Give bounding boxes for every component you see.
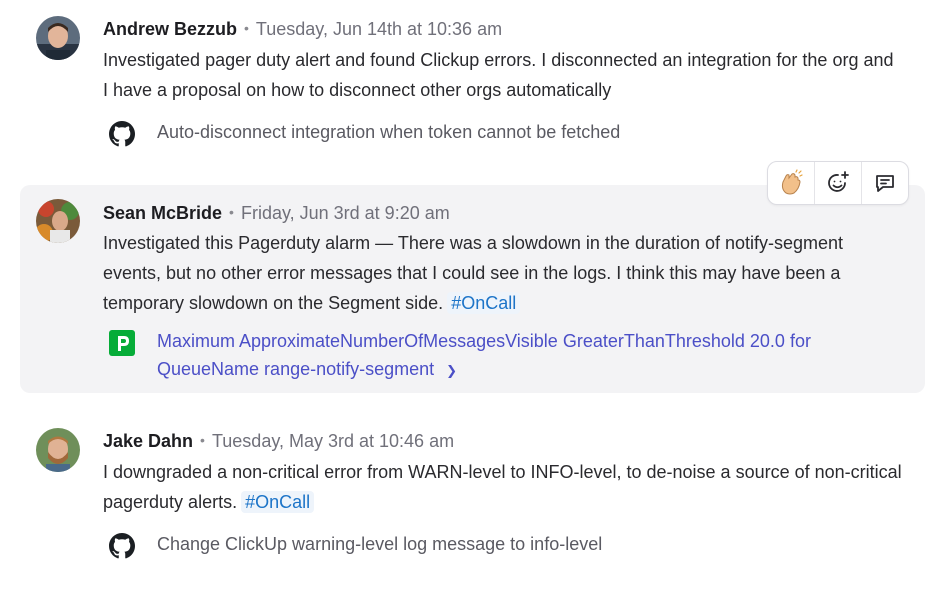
author-name[interactable]: Jake Dahn <box>103 431 193 451</box>
pagerduty-icon <box>109 330 135 356</box>
avatar[interactable] <box>36 428 80 472</box>
separator-dot: • <box>200 432 205 448</box>
hashtag[interactable]: #OnCall <box>241 491 315 513</box>
github-icon <box>109 121 135 147</box>
timestamp[interactable]: Friday, Jun 3rd at 9:20 am <box>241 203 450 223</box>
post-sean-mcbride: Sean McBride • Friday, Jun 3rd at 9:20 am … <box>20 185 925 393</box>
separator-dot: • <box>244 20 249 36</box>
post-andrew-bezzub: Andrew Bezzub • Tuesday, Jun 14th at 10:36… <box>20 0 925 170</box>
post-body: Investigated pager duty alert and found … <box>103 45 903 105</box>
post-header: Sean McBride • Friday, Jun 3rd at 9:20 am <box>103 201 450 226</box>
post-text: I downgraded a non-critical error from W… <box>103 462 902 512</box>
attachment-label[interactable]: Maximum ApproximateNumberOfMessagesVisib… <box>157 331 811 379</box>
reaction-toolbar <box>767 161 909 205</box>
post-text: Investigated pager duty alert and found … <box>103 50 894 100</box>
attachment-label: Auto-disconnect integration when token c… <box>157 122 621 142</box>
avatar[interactable] <box>36 199 80 243</box>
timestamp[interactable]: Tuesday, May 3rd at 10:46 am <box>212 431 454 451</box>
attachment-link[interactable]: Maximum ApproximateNumberOfMessagesVisib… <box>157 327 917 385</box>
chevron-down-icon[interactable]: ❯ <box>446 357 457 385</box>
post-header: Jake Dahn • Tuesday, May 3rd at 10:46 am <box>103 429 454 454</box>
attachment-label: Change ClickUp warning-level log message… <box>157 534 603 554</box>
clapping-hands-icon[interactable] <box>768 162 814 204</box>
author-name[interactable]: Sean McBride <box>103 203 222 223</box>
github-icon <box>109 533 135 559</box>
attachment[interactable]: Maximum ApproximateNumberOfMessagesVisib… <box>109 327 909 383</box>
avatar[interactable] <box>36 16 80 60</box>
add-reaction-icon[interactable] <box>814 162 861 204</box>
attachment[interactable]: Change ClickUp warning-level log message… <box>109 530 909 560</box>
timestamp[interactable]: Tuesday, Jun 14th at 10:36 am <box>256 19 502 39</box>
attachment[interactable]: Auto-disconnect integration when token c… <box>109 118 909 148</box>
hashtag[interactable]: #OnCall <box>447 292 521 314</box>
post-body: Investigated this Pagerduty alarm — Ther… <box>103 228 903 318</box>
post-body: I downgraded a non-critical error from W… <box>103 457 903 517</box>
separator-dot: • <box>229 204 234 220</box>
author-name[interactable]: Andrew Bezzub <box>103 19 237 39</box>
reply-icon[interactable] <box>861 162 908 204</box>
post-header: Andrew Bezzub • Tuesday, Jun 14th at 10:36… <box>103 17 502 42</box>
post-jake-dahn: Jake Dahn • Tuesday, May 3rd at 10:46 am I… <box>20 410 925 580</box>
